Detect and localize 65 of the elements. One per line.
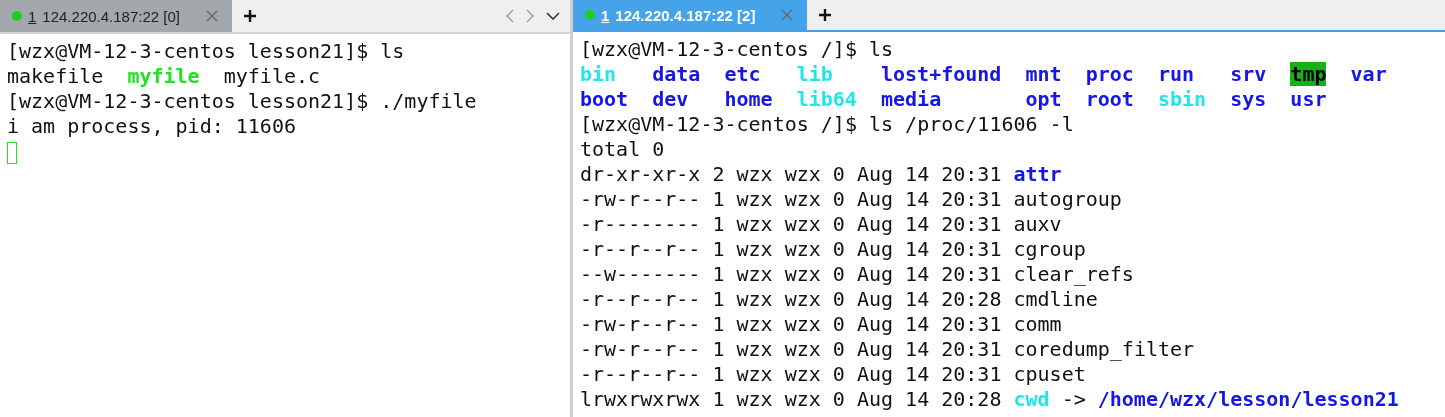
file-name: auxv <box>1013 212 1062 236</box>
file-info-text: -r--r--r-- 1 wzx wzx 0 Aug 14 20:31 <box>580 362 1002 386</box>
file-name: usr <box>1290 87 1327 111</box>
file-name: dev <box>652 87 689 111</box>
file-name: coredump_filter <box>1013 337 1195 361</box>
file-name: myfile.c <box>223 64 321 88</box>
session-tab[interactable]: 1 124.220.4.187:22 [0] <box>0 0 232 32</box>
file-info-text: -r--r--r-- 1 wzx wzx 0 Aug 14 20:28 <box>580 287 1002 311</box>
file-info-text: -rw-r--r-- 1 wzx wzx 0 Aug 14 20:31 <box>580 187 1002 211</box>
file-name: lib <box>796 62 833 86</box>
file-name: lost+found <box>881 62 1002 86</box>
file-info-text: -rw-r--r-- 1 wzx wzx 0 Aug 14 20:31 <box>580 312 1002 336</box>
prompt-text: [wzx@VM-12-3-centos lesson21]$ <box>7 89 369 113</box>
file-name: cgroup <box>1013 237 1086 261</box>
file-name: home <box>724 87 773 111</box>
file-name: boot <box>580 87 629 111</box>
file-name: srv <box>1230 62 1267 86</box>
file-name: sbin <box>1157 87 1207 111</box>
output-text: i am process, pid: 11606 <box>7 114 296 138</box>
file-name: root <box>1085 87 1134 111</box>
file-name: proc <box>1085 62 1134 86</box>
file-name: data <box>652 62 701 86</box>
file-name: clear_refs <box>1013 262 1134 286</box>
plus-icon[interactable] <box>819 9 832 21</box>
file-name: var <box>1350 62 1387 86</box>
file-name: autogroup <box>1013 187 1122 211</box>
file-name: lib64 <box>796 87 857 111</box>
command-text: ls <box>869 37 894 61</box>
prompt-text: [wzx@VM-12-3-centos lesson21]$ <box>7 39 369 63</box>
file-name: attr <box>1013 162 1062 186</box>
file-name: makefile <box>7 64 104 88</box>
chevron-right-icon[interactable] <box>526 9 534 23</box>
close-icon[interactable] <box>781 9 794 21</box>
file-name: opt <box>1025 87 1062 111</box>
file-name: etc <box>724 62 761 86</box>
file-name: run <box>1157 62 1195 86</box>
file-info-text: lrwxrwxrwx 1 wzx wzx 0 Aug 14 20:28 <box>580 387 1002 411</box>
file-info-text: -r--r--r-- 1 wzx wzx 0 Aug 14 20:31 <box>580 237 1002 261</box>
chevron-left-icon[interactable] <box>506 9 514 23</box>
command-text: ls /proc/11606 -l <box>869 112 1074 136</box>
file-name: mnt <box>1025 62 1062 86</box>
file-name: cpuset <box>1013 362 1086 386</box>
file-name: comm <box>1013 312 1062 336</box>
prompt-text: [wzx@VM-12-3-centos /]$ <box>580 37 857 61</box>
text-cursor <box>7 141 17 164</box>
file-name: myfile <box>127 64 200 88</box>
file-info-text: --w------- 1 wzx wzx 0 Aug 14 20:31 <box>580 262 1002 286</box>
file-name: tmp <box>1290 62 1327 86</box>
file-name: cwd <box>1013 387 1050 411</box>
plus-icon[interactable] <box>243 10 256 22</box>
command-text: ls <box>380 39 405 63</box>
file-info-text: dr-xr-xr-x 2 wzx wzx 0 Aug 14 20:31 <box>580 162 1002 186</box>
file-info-text: -r-------- 1 wzx wzx 0 Aug 14 20:31 <box>580 212 1002 236</box>
file-name: cmdline <box>1013 287 1098 311</box>
file-name: media <box>881 87 942 111</box>
file-info-text: -rw-r--r-- 1 wzx wzx 0 Aug 14 20:31 <box>580 337 1002 361</box>
close-icon[interactable] <box>205 10 218 22</box>
link-target-text: /home/wzx/lesson/lesson21 <box>1097 387 1399 411</box>
file-name: bin <box>580 62 617 86</box>
prompt-text: [wzx@VM-12-3-centos /]$ <box>580 112 857 136</box>
output-text: total 0 <box>580 137 665 161</box>
link-arrow-text: -> <box>1061 387 1086 411</box>
chevron-down-icon[interactable] <box>546 12 560 20</box>
file-name: sys <box>1230 87 1267 111</box>
command-text: ./myfile <box>380 89 477 113</box>
